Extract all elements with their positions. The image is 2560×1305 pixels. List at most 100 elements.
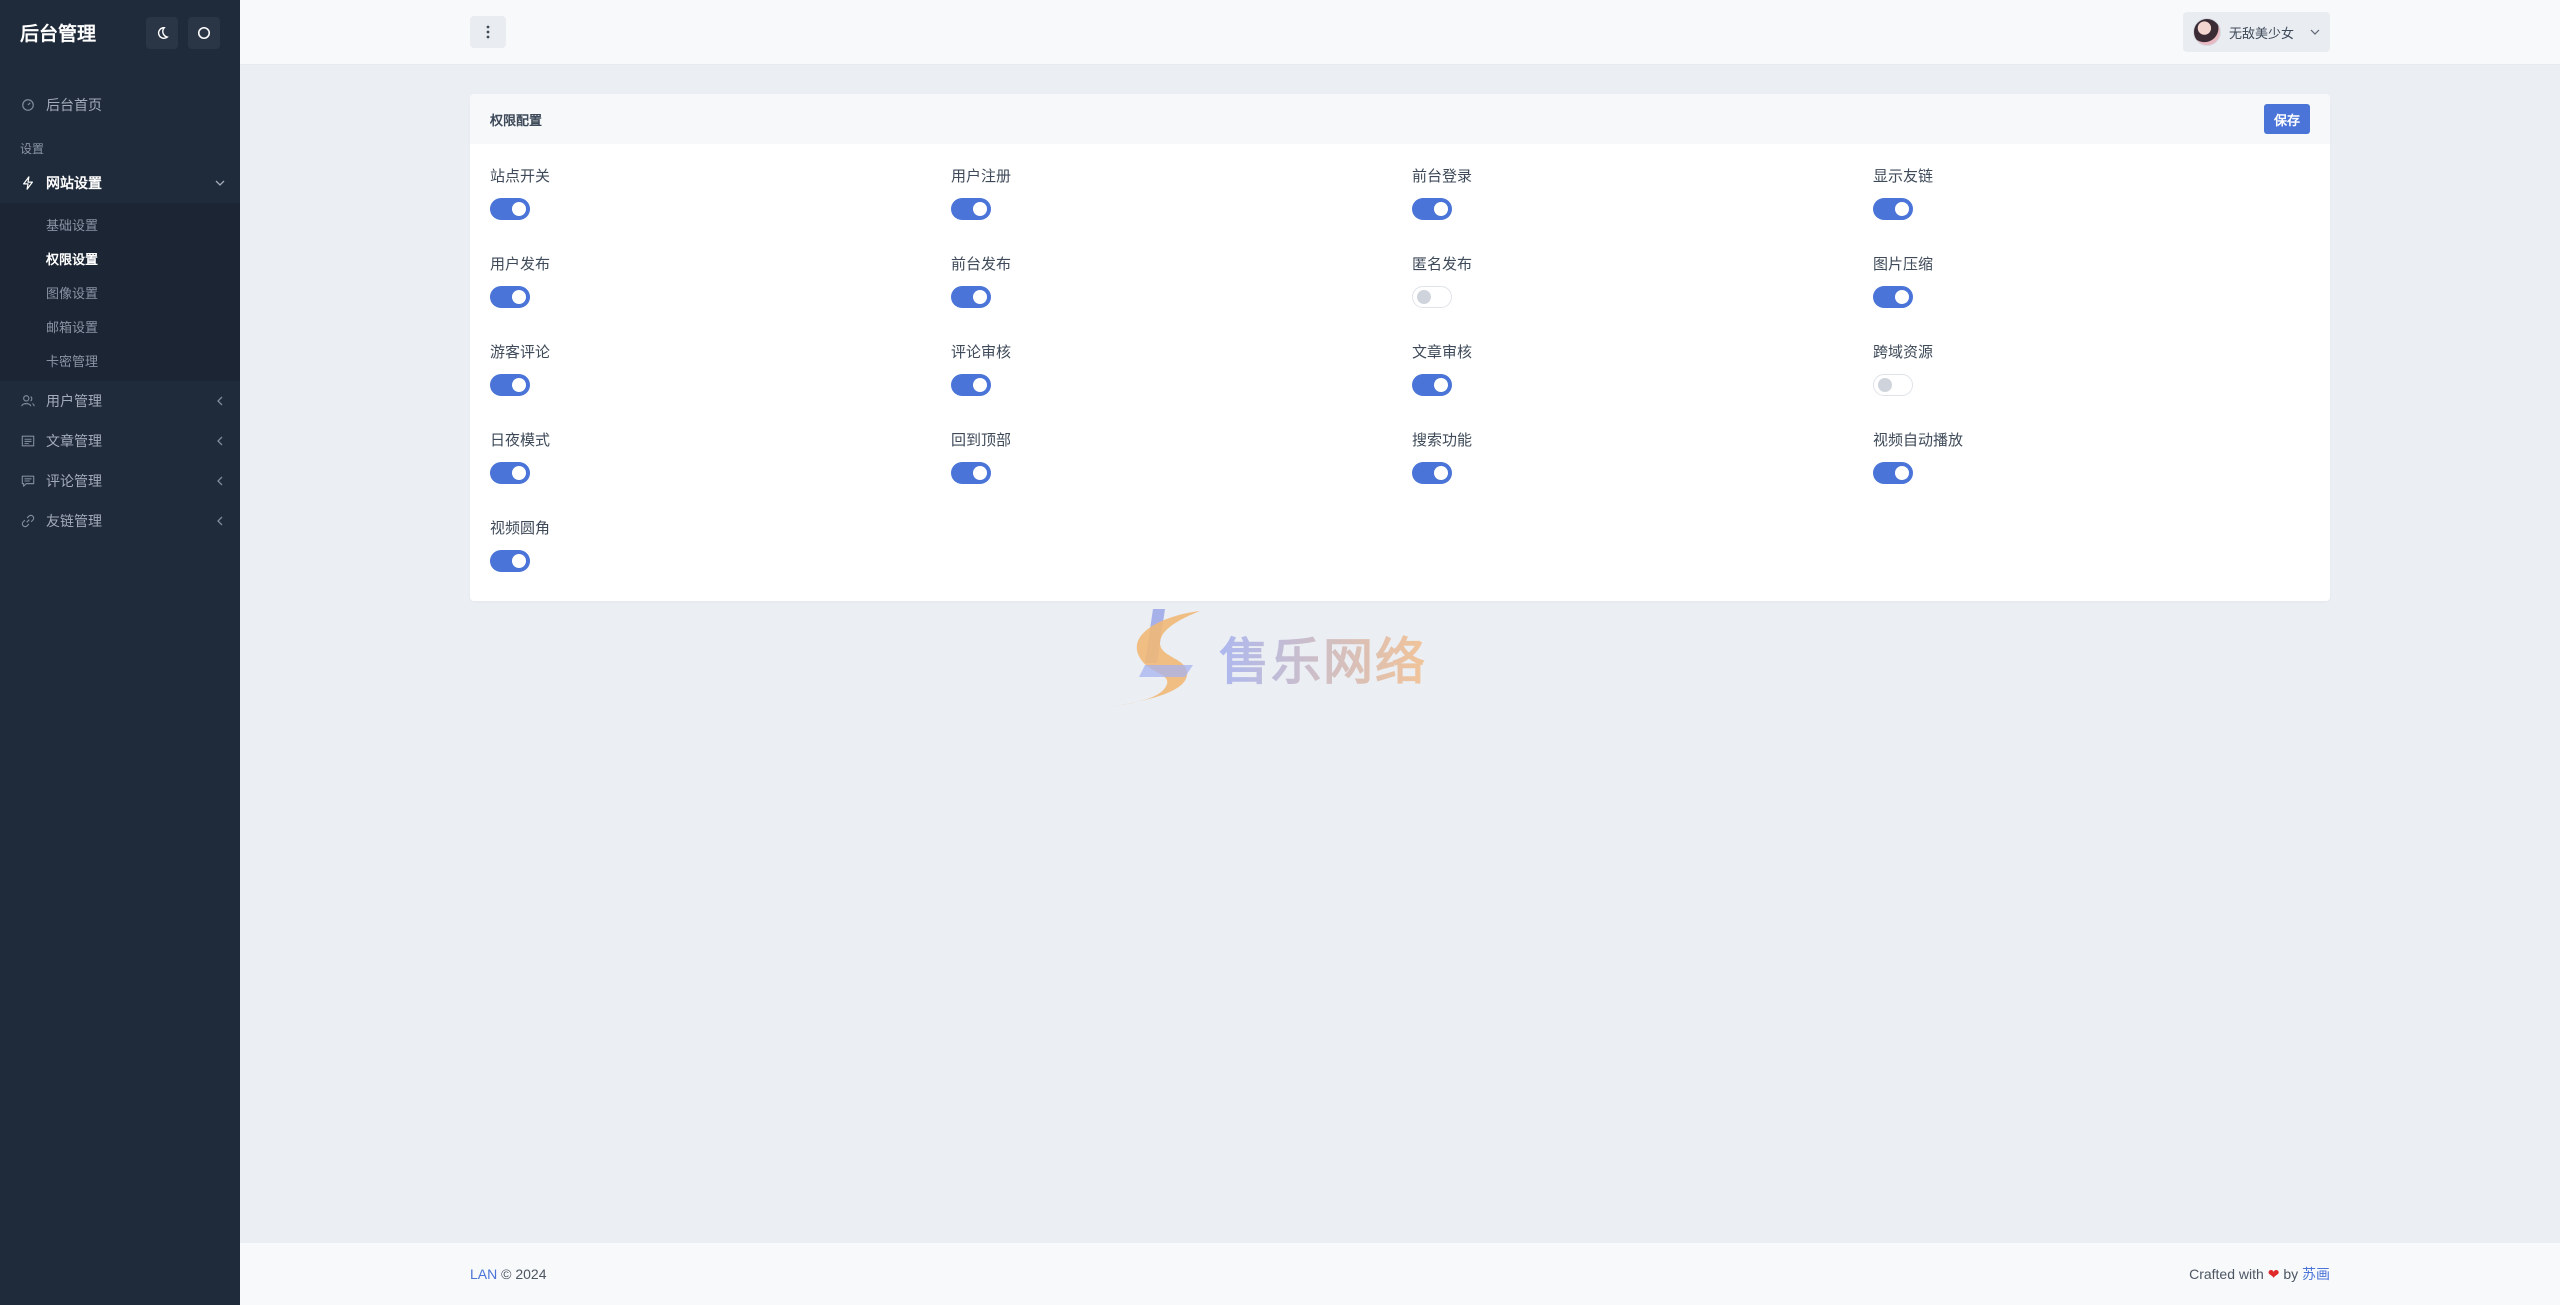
permission-option: 评论审核 [951,342,1412,430]
card-title: 权限配置 [490,112,543,128]
permission-toggle[interactable] [1412,198,1452,220]
chevron-left-icon [214,435,226,447]
permission-option-label: 日夜模式 [490,432,551,449]
footer-author-link[interactable]: 苏画 [2302,1266,2330,1282]
sidebar-item-label: 文章管理 [46,433,102,449]
link-icon [20,513,36,529]
permission-option-label: 文章审核 [1412,344,1473,361]
sidebar-item-users[interactable]: 用户管理 [0,381,240,421]
permission-option-label: 显示友链 [1873,168,1934,185]
chevron-down-icon [2310,29,2320,35]
sidebar-item-comments[interactable]: 评论管理 [0,461,240,501]
permission-option-label: 搜索功能 [1412,432,1473,449]
chevron-left-icon [214,395,226,407]
layout-toggle[interactable] [188,16,220,49]
permission-toggle[interactable] [1873,374,1913,396]
permission-option-label: 回到顶部 [951,432,1012,449]
permission-toggle[interactable] [1412,286,1452,308]
sidebar-item-label: 网站设置 [46,175,102,191]
footer-year: © 2024 [501,1266,547,1282]
footer: LAN © 2024 Crafted with ❤ by 苏画 [240,1243,2560,1305]
permission-toggle[interactable] [1412,374,1452,396]
comment-icon [20,473,36,489]
permission-option: 用户发布 [490,254,951,342]
options-grid: 站点开关 用户注册 前台登录 显示友链用户发布 前台发布 匿名发布 图片压缩游客评论 评论审核… [490,166,2330,606]
permission-option-label: 用户发布 [490,256,551,273]
permission-toggle[interactable] [1412,462,1452,484]
permission-option-label: 用户注册 [951,168,1012,185]
permission-option: 显示友链 [1873,166,2334,254]
footer-brand-link[interactable]: LAN [470,1266,497,1282]
sidebar-subitem-permissions[interactable]: 权限设置 [0,241,240,275]
moon-icon [157,26,169,39]
permission-option: 前台发布 [951,254,1412,342]
chevron-left-icon [214,475,226,487]
permission-option-label: 图片压缩 [1873,256,1934,273]
sidebar-item-home[interactable]: 后台首页 [0,85,240,125]
permission-toggle[interactable] [490,462,530,484]
dark-mode-toggle[interactable] [146,16,178,49]
permissions-card: 权限配置 保存 站点开关 用户注册 前台登录 显示友链用户发布 前台发布 匿名发布 图片压缩… [470,94,2330,601]
permission-option-label: 站点开关 [490,168,551,185]
permission-option: 匿名发布 [1412,254,1873,342]
sidebar-header: 后台管理 [0,0,240,65]
sidebar-subitem-images[interactable]: 图像设置 [0,275,240,309]
permission-toggle[interactable] [490,374,530,396]
sidebar-item-site-settings[interactable]: 网站设置 [0,163,240,203]
logo-mark-icon [1109,609,1200,707]
circle-icon [197,26,211,39]
permission-toggle[interactable] [490,286,530,308]
sidebar-item-links[interactable]: 友链管理 [0,501,240,541]
sidebar-item-articles[interactable]: 文章管理 [0,421,240,461]
permission-option: 游客评论 [490,342,951,430]
permission-option: 文章审核 [1412,342,1873,430]
heart-icon: ❤ [2267,1266,2280,1282]
permission-toggle[interactable] [490,198,530,220]
permission-toggle[interactable] [490,550,530,572]
menu-toggle-button[interactable] [470,16,506,48]
permission-toggle[interactable] [1873,462,1913,484]
permission-toggle[interactable] [951,462,991,484]
permission-option: 视频圆角 [490,518,951,606]
permission-option-label: 前台发布 [951,256,1012,273]
save-button[interactable]: 保存 [2263,104,2310,134]
sidebar-nav: 后台首页 设置 网站设置 基础设置 权限设置 图像设置 邮箱设置 卡密管理 用户… [0,65,240,541]
permission-toggle[interactable] [1873,286,1913,308]
article-icon [20,433,36,449]
permission-option: 用户注册 [951,166,1412,254]
permission-option: 回到顶部 [951,430,1412,518]
permission-option-label: 评论审核 [951,344,1012,361]
sidebar-item-label: 友链管理 [46,513,102,529]
permission-option-label: 匿名发布 [1412,256,1473,273]
avatar [2193,18,2221,46]
permission-option: 站点开关 [490,166,951,254]
footer-credit: Crafted with ❤ by 苏画 [2189,1264,2330,1284]
watermark-text: 售乐网络 [1219,622,1427,694]
sidebar-submenu-site-settings: 基础设置 权限设置 图像设置 邮箱设置 卡密管理 [0,203,240,381]
sidebar-item-label: 后台首页 [46,97,102,113]
sidebar-subitem-cards[interactable]: 卡密管理 [0,343,240,377]
sidebar: 后台管理 后台首页 设置 网站设置 基础设置 权限设置 图像设置 邮箱设置 卡密… [0,0,240,1305]
footer-by-text: by [2283,1266,2299,1282]
permission-option: 图片压缩 [1873,254,2334,342]
footer-crafted-text: Crafted with [2189,1266,2264,1282]
app-title: 后台管理 [20,24,97,45]
sidebar-subitem-basic[interactable]: 基础设置 [0,207,240,241]
dashboard-icon [20,97,36,113]
permission-toggle[interactable] [951,198,991,220]
top-bar: 无敌美少女 [240,0,2560,65]
more-vertical-icon [486,25,490,39]
sidebar-subitem-email[interactable]: 邮箱设置 [0,309,240,343]
permission-toggle[interactable] [1873,198,1913,220]
sidebar-item-label: 用户管理 [46,393,102,409]
user-menu[interactable]: 无敌美少女 [2183,12,2330,52]
sidebar-section-title: 设置 [20,142,45,156]
permission-option-label: 视频圆角 [490,520,551,537]
bolt-icon [20,175,36,191]
footer-copyright: LAN © 2024 [470,1266,546,1282]
permission-option-label: 游客评论 [490,344,551,361]
permission-option-label: 前台登录 [1412,168,1473,185]
permission-toggle[interactable] [951,286,991,308]
chevron-down-icon [214,177,226,189]
permission-toggle[interactable] [951,374,991,396]
